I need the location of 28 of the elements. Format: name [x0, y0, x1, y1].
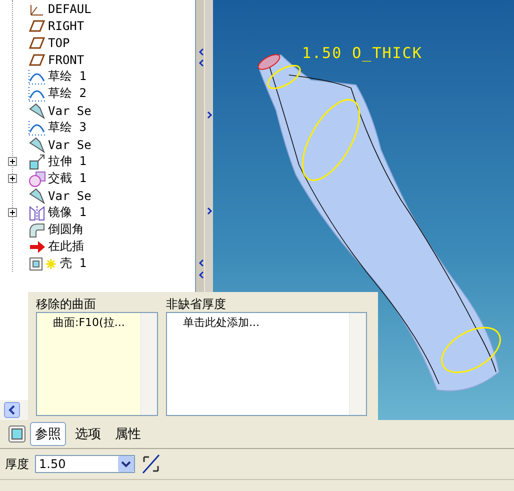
- tree-item[interactable]: 拉伸 1: [48, 153, 86, 170]
- thickness-label: 厚度: [5, 456, 29, 472]
- list-heading: 移除的曲面: [36, 297, 97, 312]
- tree-item[interactable]: 壳 1: [60, 255, 86, 272]
- tree-item[interactable]: 草绘 2: [48, 85, 86, 102]
- tab[interactable]: 参照: [30, 422, 66, 446]
- tree-item[interactable]: 镜像 1: [48, 204, 86, 221]
- tree-item[interactable]: Var Se: [48, 104, 92, 118]
- tab[interactable]: 属性: [110, 422, 146, 446]
- tree-item[interactable]: 倒圆角: [48, 221, 84, 238]
- removed-surfaces-list[interactable]: 曲面:F10(拉...: [36, 312, 158, 416]
- tree-item[interactable]: FRONT: [48, 52, 84, 66]
- tree-item[interactable]: 草绘 1: [48, 68, 86, 85]
- tree-item[interactable]: 草绘 3: [48, 119, 86, 136]
- tree-item[interactable]: TOP: [48, 36, 70, 50]
- list-item[interactable]: 曲面:F10(拉...: [53, 315, 140, 330]
- list-heading: 非缺省厚度: [166, 297, 227, 312]
- tree-item[interactable]: 在此插: [48, 238, 84, 255]
- tree-item[interactable]: Var Se: [48, 188, 92, 202]
- tree-item[interactable]: 交截 1: [48, 170, 86, 187]
- tree-item[interactable]: RIGHT: [48, 18, 84, 32]
- tab[interactable]: 选项: [70, 422, 106, 446]
- tree-item[interactable]: DEFAUL: [48, 2, 92, 16]
- thickness-list[interactable]: 单击此处添加...: [166, 312, 367, 416]
- thickness-field[interactable]: 1.50: [35, 455, 135, 473]
- tree-item[interactable]: Var Se: [48, 138, 92, 152]
- list-item[interactable]: 单击此处添加...: [183, 315, 349, 330]
- dimension-label: 1.50 O_THICK: [302, 44, 422, 62]
